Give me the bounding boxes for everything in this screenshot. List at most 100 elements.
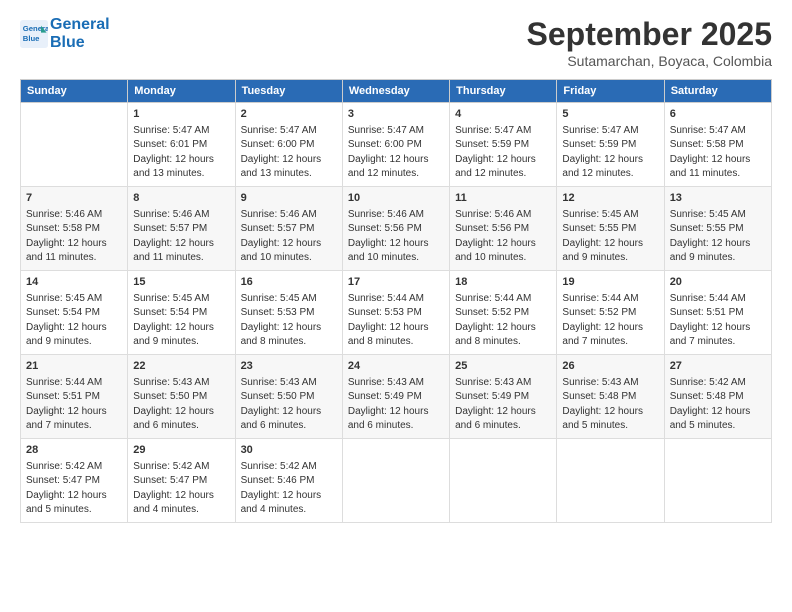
day-info: and 4 minutes. <box>241 503 337 518</box>
day-number: 1 <box>133 107 229 123</box>
day-info: and 13 minutes. <box>241 167 337 182</box>
logo-icon: General Blue <box>20 20 48 48</box>
calendar-cell: 7Sunrise: 5:46 AMSunset: 5:58 PMDaylight… <box>21 186 128 270</box>
calendar-cell: 30Sunrise: 5:42 AMSunset: 5:46 PMDayligh… <box>235 438 342 522</box>
day-info: Sunset: 5:50 PM <box>241 390 337 405</box>
day-info: Daylight: 12 hours <box>455 153 551 168</box>
day-info: Sunset: 5:50 PM <box>133 390 229 405</box>
day-info: Daylight: 12 hours <box>348 153 444 168</box>
week-row-2: 7Sunrise: 5:46 AMSunset: 5:58 PMDaylight… <box>21 186 772 270</box>
day-info: and 4 minutes. <box>133 503 229 518</box>
day-info: Sunrise: 5:43 AM <box>133 376 229 391</box>
day-info: Sunset: 5:57 PM <box>241 222 337 237</box>
day-number: 17 <box>348 275 444 291</box>
weekday-header-saturday: Saturday <box>664 80 771 103</box>
day-info: and 6 minutes. <box>133 419 229 434</box>
day-info: and 7 minutes. <box>26 419 122 434</box>
day-info: and 11 minutes. <box>133 251 229 266</box>
day-info: Sunrise: 5:47 AM <box>670 124 766 139</box>
day-info: Sunset: 5:54 PM <box>26 306 122 321</box>
calendar-cell: 29Sunrise: 5:42 AMSunset: 5:47 PMDayligh… <box>128 438 235 522</box>
calendar-cell: 20Sunrise: 5:44 AMSunset: 5:51 PMDayligh… <box>664 270 771 354</box>
day-info: Sunset: 5:54 PM <box>133 306 229 321</box>
week-row-4: 21Sunrise: 5:44 AMSunset: 5:51 PMDayligh… <box>21 354 772 438</box>
calendar-cell: 25Sunrise: 5:43 AMSunset: 5:49 PMDayligh… <box>450 354 557 438</box>
page: General Blue General Blue September 2025… <box>0 0 792 612</box>
day-info: and 10 minutes. <box>241 251 337 266</box>
svg-text:Blue: Blue <box>23 34 40 43</box>
day-info: Sunrise: 5:46 AM <box>26 208 122 223</box>
calendar-cell: 24Sunrise: 5:43 AMSunset: 5:49 PMDayligh… <box>342 354 449 438</box>
calendar-cell <box>450 438 557 522</box>
day-info: Daylight: 12 hours <box>241 153 337 168</box>
day-info: Daylight: 12 hours <box>133 153 229 168</box>
day-info: Sunrise: 5:44 AM <box>562 292 658 307</box>
logo-general: General <box>50 16 110 33</box>
day-info: and 7 minutes. <box>562 335 658 350</box>
calendar-cell: 13Sunrise: 5:45 AMSunset: 5:55 PMDayligh… <box>664 186 771 270</box>
day-info: and 12 minutes. <box>562 167 658 182</box>
day-info: Sunrise: 5:43 AM <box>455 376 551 391</box>
weekday-header-row: SundayMondayTuesdayWednesdayThursdayFrid… <box>21 80 772 103</box>
calendar-cell: 23Sunrise: 5:43 AMSunset: 5:50 PMDayligh… <box>235 354 342 438</box>
day-info: Sunset: 5:47 PM <box>26 474 122 489</box>
day-number: 22 <box>133 359 229 375</box>
day-info: Sunset: 5:56 PM <box>348 222 444 237</box>
day-info: and 5 minutes. <box>26 503 122 518</box>
day-info: Daylight: 12 hours <box>348 237 444 252</box>
day-number: 29 <box>133 443 229 459</box>
calendar-cell: 16Sunrise: 5:45 AMSunset: 5:53 PMDayligh… <box>235 270 342 354</box>
day-info: Daylight: 12 hours <box>455 405 551 420</box>
day-number: 5 <box>562 107 658 123</box>
week-row-3: 14Sunrise: 5:45 AMSunset: 5:54 PMDayligh… <box>21 270 772 354</box>
calendar-cell <box>21 103 128 187</box>
day-info: Daylight: 12 hours <box>26 405 122 420</box>
calendar-cell: 2Sunrise: 5:47 AMSunset: 6:00 PMDaylight… <box>235 103 342 187</box>
day-info: and 9 minutes. <box>133 335 229 350</box>
day-info: Sunrise: 5:47 AM <box>241 124 337 139</box>
day-info: Sunrise: 5:43 AM <box>241 376 337 391</box>
day-info: Sunrise: 5:44 AM <box>348 292 444 307</box>
day-info: Daylight: 12 hours <box>133 489 229 504</box>
day-info: Sunrise: 5:46 AM <box>241 208 337 223</box>
day-number: 23 <box>241 359 337 375</box>
day-info: Sunrise: 5:45 AM <box>241 292 337 307</box>
day-info: Daylight: 12 hours <box>455 321 551 336</box>
day-info: Sunrise: 5:44 AM <box>26 376 122 391</box>
day-number: 4 <box>455 107 551 123</box>
day-info: Daylight: 12 hours <box>562 153 658 168</box>
day-number: 18 <box>455 275 551 291</box>
day-info: Sunset: 5:52 PM <box>562 306 658 321</box>
logo-blue: Blue <box>50 34 85 51</box>
calendar-cell: 8Sunrise: 5:46 AMSunset: 5:57 PMDaylight… <box>128 186 235 270</box>
calendar-cell: 17Sunrise: 5:44 AMSunset: 5:53 PMDayligh… <box>342 270 449 354</box>
day-info: Sunset: 5:59 PM <box>562 138 658 153</box>
calendar-cell: 15Sunrise: 5:45 AMSunset: 5:54 PMDayligh… <box>128 270 235 354</box>
day-number: 2 <box>241 107 337 123</box>
day-number: 11 <box>455 191 551 207</box>
location-subtitle: Sutamarchan, Boyaca, Colombia <box>527 53 772 69</box>
calendar-cell: 1Sunrise: 5:47 AMSunset: 6:01 PMDaylight… <box>128 103 235 187</box>
day-info: Sunset: 6:00 PM <box>241 138 337 153</box>
day-info: Sunrise: 5:44 AM <box>670 292 766 307</box>
day-info: Sunset: 5:55 PM <box>670 222 766 237</box>
day-info: and 8 minutes. <box>241 335 337 350</box>
day-info: Sunrise: 5:46 AM <box>348 208 444 223</box>
day-info: and 10 minutes. <box>455 251 551 266</box>
day-info: Sunrise: 5:42 AM <box>26 460 122 475</box>
weekday-header-friday: Friday <box>557 80 664 103</box>
day-info: Sunrise: 5:45 AM <box>562 208 658 223</box>
calendar-cell: 3Sunrise: 5:47 AMSunset: 6:00 PMDaylight… <box>342 103 449 187</box>
day-info: and 5 minutes. <box>562 419 658 434</box>
calendar-table: SundayMondayTuesdayWednesdayThursdayFrid… <box>20 79 772 523</box>
calendar-cell: 12Sunrise: 5:45 AMSunset: 5:55 PMDayligh… <box>557 186 664 270</box>
calendar-cell: 11Sunrise: 5:46 AMSunset: 5:56 PMDayligh… <box>450 186 557 270</box>
day-info: and 12 minutes. <box>348 167 444 182</box>
day-info: Daylight: 12 hours <box>348 405 444 420</box>
day-info: Sunset: 5:53 PM <box>241 306 337 321</box>
day-info: Sunrise: 5:47 AM <box>562 124 658 139</box>
calendar-cell <box>557 438 664 522</box>
day-info: Sunset: 6:01 PM <box>133 138 229 153</box>
month-title: September 2025 <box>527 16 772 53</box>
day-info: Daylight: 12 hours <box>562 321 658 336</box>
